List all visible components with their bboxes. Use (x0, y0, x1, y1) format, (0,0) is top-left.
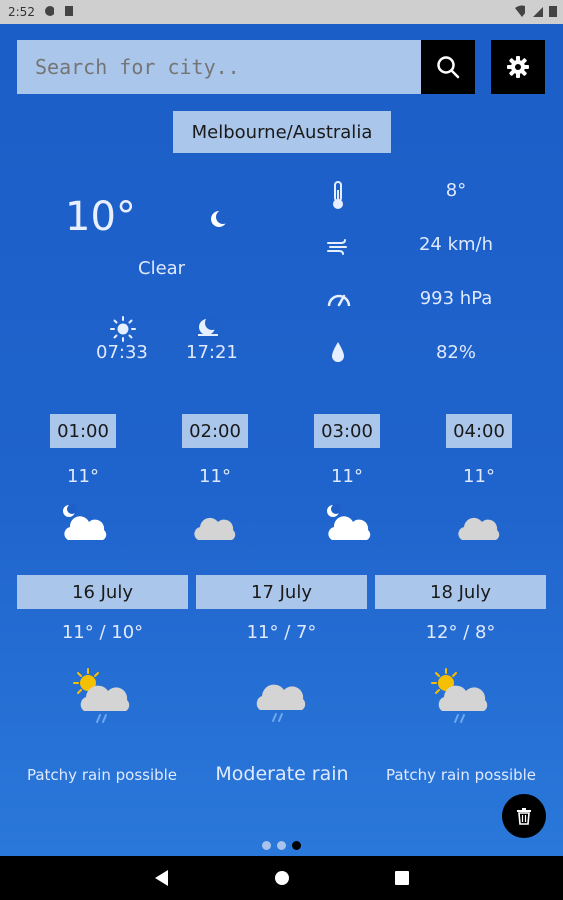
day-description: Patchy rain possible (385, 766, 537, 784)
sunrise-icon (110, 316, 136, 342)
battery-icon (549, 6, 557, 17)
hour-time: 02:00 (182, 414, 248, 448)
pressure-value: 993 hPa (419, 288, 493, 309)
status-bar: 2:52 (0, 0, 563, 24)
hour-temp: 11° (67, 466, 99, 487)
location-label: Melbourne/Australia (173, 111, 391, 153)
search-icon (437, 56, 460, 79)
day-temps: 12° / 8° (425, 622, 496, 643)
hour-temp: 11° (199, 466, 231, 487)
sun-cloud-rain-icon (73, 668, 130, 723)
back-icon[interactable] (152, 868, 170, 888)
cloud-icon (458, 517, 500, 540)
feels-like-value: 8° (445, 180, 467, 201)
wind-value: 24 km/h (418, 234, 494, 255)
navigation-bar (0, 856, 563, 900)
cloud-icon (194, 517, 236, 540)
hour-temp: 11° (331, 466, 363, 487)
app-notification-icon (45, 6, 54, 16)
sun-cloud-rain-icon (431, 668, 488, 723)
wind-icon (327, 239, 347, 255)
sunset-icon (196, 316, 220, 340)
gear-icon (507, 56, 529, 78)
weather-app: Melbourne/Australia 10° Clear 07:33 17:2… (0, 24, 563, 856)
day-temps: 11° / 10° (61, 622, 144, 643)
sunrise-time: 07:33 (96, 342, 148, 363)
day-temps: 11° / 7° (246, 622, 317, 643)
delete-button[interactable] (502, 794, 546, 838)
current-temperature: 10° (65, 194, 136, 240)
hour-time: 04:00 (446, 414, 512, 448)
pressure-gauge-icon (327, 294, 351, 307)
page-dot[interactable] (277, 841, 286, 850)
signal-icon (533, 7, 543, 17)
day-date: 16 July (17, 575, 188, 609)
recents-icon[interactable] (393, 868, 411, 888)
hour-time: 01:00 (50, 414, 116, 448)
sd-card-icon (65, 6, 73, 16)
sunset-time: 17:21 (186, 342, 238, 363)
current-condition: Clear (138, 258, 186, 279)
cloud-rain-icon (256, 684, 306, 722)
page-dot-active[interactable] (292, 841, 301, 850)
settings-button[interactable] (491, 40, 545, 94)
moon-cloud-icon (63, 504, 107, 540)
thermometer-icon (333, 181, 343, 209)
trash-icon (517, 808, 531, 825)
hour-temp: 11° (463, 466, 495, 487)
page-indicator (262, 841, 301, 850)
search-button[interactable] (421, 40, 475, 94)
search-input[interactable] (17, 40, 421, 94)
status-time: 2:52 (8, 5, 35, 19)
humidity-value: 82% (435, 342, 476, 363)
day-description: Moderate rain (215, 763, 349, 785)
page-dot[interactable] (262, 841, 271, 850)
hour-time: 03:00 (314, 414, 380, 448)
day-date: 17 July (196, 575, 367, 609)
home-icon[interactable] (273, 868, 291, 888)
moon-icon (211, 210, 230, 227)
day-description: Patchy rain possible (26, 766, 178, 784)
humidity-drop-icon (332, 342, 344, 362)
wifi-icon (515, 5, 525, 17)
day-date: 18 July (375, 575, 546, 609)
moon-cloud-icon (327, 504, 371, 540)
